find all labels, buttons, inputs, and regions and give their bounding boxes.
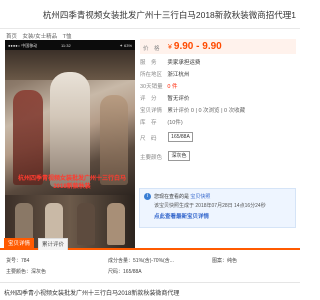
rating-label: 评 分 <box>140 96 157 102</box>
stats-label: 宝贝详情 <box>140 108 163 114</box>
snapshot-notice: i 您现在查看的是 宝贝快照 该宝贝快照生成于 2018年07月28日 14点1… <box>139 188 296 228</box>
attribute-item: 成分含量：51%(含)-70%(含... <box>108 257 174 264</box>
breadcrumb: 首页 女装/女士精品 T恤 <box>6 32 75 40</box>
size-row: 尺 码 <box>140 134 296 142</box>
attribute-label: 成分含量： <box>108 258 134 264</box>
currency-symbol: ¥ <box>168 44 172 51</box>
size-label: 尺 码 <box>140 136 157 142</box>
rating-row: 评 分 暂无评价 <box>140 94 296 102</box>
sales-label: 30天销量 <box>140 84 163 90</box>
battery-text: ✦ 63% <box>119 43 132 48</box>
stats-row: 宝贝详情 累计评价 0 | 0 次浏览 | 0 次收藏 <box>140 106 296 114</box>
location-value: 浙江杭州 <box>167 72 190 78</box>
price-label: 价 格 <box>143 46 160 52</box>
location-row: 所在地区 浙江杭州 <box>140 70 296 78</box>
stock-row: 库 存 (10件) <box>140 118 296 126</box>
attribute-value: 784 <box>21 258 30 264</box>
sales-value: 0 件 <box>167 84 178 90</box>
divider <box>0 28 300 29</box>
product-info: 价 格 ¥9.90 - 9.90 服 务 卖家承担运费 所在地区 浙江杭州 30… <box>140 34 296 164</box>
model-figure <box>50 72 90 187</box>
notice-prefix: 您现在查看的是 <box>154 194 190 200</box>
attribute-item: 图案：纯色 <box>212 257 237 264</box>
page-title: 杭州四季青视频女装批发广州十三行白马2018新款秋装微商招代理1 <box>42 10 296 20</box>
detail-title: 杭州四季青小视频女装批发广州十三行白马2018新款秋装微商代理 <box>4 291 180 297</box>
model-figure <box>100 95 128 185</box>
attribute-value: 纯色 <box>227 258 238 264</box>
size-option-button[interactable]: 165/88A <box>168 132 193 142</box>
service-label: 服 务 <box>140 60 157 66</box>
service-row: 服 务 卖家承担运费 <box>140 58 296 66</box>
sales-row: 30天销量 0 件 <box>140 82 296 90</box>
attribute-item: 主要颜色：深灰色 <box>6 268 46 275</box>
view-latest-link[interactable]: 点此查看最新宝贝详情 <box>154 212 209 220</box>
attribute-value: 51%(含)-70%(含... <box>133 258 174 264</box>
stats-value: 累计评价 0 | 0 次浏览 | 0 次收藏 <box>167 108 246 114</box>
service-value: 卖家承担运费 <box>167 60 201 66</box>
divider <box>0 282 300 283</box>
attribute-label: 尺码： <box>108 269 124 275</box>
price-value: 9.90 - 9.90 <box>173 41 222 52</box>
time-text: 11:32 <box>61 43 71 48</box>
notice-line1: 您现在查看的是 宝贝快照 <box>154 193 210 200</box>
attribute-label: 货号： <box>6 258 22 264</box>
attribute-label: 主要颜色： <box>6 269 32 275</box>
location-label: 所在地区 <box>140 72 163 78</box>
notice-timestamp: 该宝贝快照生成于 2018年07月28日 14点16分24秒 <box>154 203 266 209</box>
title-bar: 杭州四季青视频女装批发广州十三行白马2018新款秋装微商招代理1 <box>0 0 300 28</box>
stock-value: (10件) <box>167 120 183 126</box>
attribute-item: 货号：784 <box>6 257 29 264</box>
attribute-value: 165/88A <box>123 269 142 275</box>
attribute-label: 图案： <box>212 258 228 264</box>
detail-tabs: 宝贝详情 累计评价 <box>0 238 300 250</box>
color-option-button[interactable]: 深灰色 <box>168 151 190 161</box>
phone-status-bar: ●●●●○ 中国移动 11:32 ✦ 63% <box>5 40 135 50</box>
price-box: 价 格 ¥9.90 - 9.90 <box>140 39 296 54</box>
product-photo: 杭州四季青视频女装批发广州十三行白马2018新款秋装 <box>5 50 135 195</box>
snapshot-link[interactable]: 宝贝快照 <box>190 194 210 200</box>
model-figure <box>13 90 43 185</box>
tab-details[interactable]: 宝贝详情 <box>4 238 34 250</box>
info-icon: i <box>144 193 151 200</box>
image-overlay-text: 杭州四季青视频女装批发广州十三行白马2018新款秋装 <box>17 176 126 190</box>
color-row: 主要颜色 <box>140 153 296 161</box>
stock-label: 库 存 <box>140 120 157 126</box>
rating-value: 暂无评价 <box>167 96 190 102</box>
color-label: 主要颜色 <box>140 155 163 161</box>
carrier-text: ●●●●○ 中国移动 <box>8 43 38 48</box>
price: ¥9.90 - 9.90 <box>168 41 222 52</box>
attribute-value: 深灰色 <box>31 269 47 275</box>
product-image[interactable]: ●●●●○ 中国移动 11:32 ✦ 63% 杭州四季青视频女装批发广州十三行白… <box>5 40 135 250</box>
attribute-item: 尺码：165/88A <box>108 268 142 275</box>
tab-reviews[interactable]: 累计评价 <box>38 238 68 250</box>
